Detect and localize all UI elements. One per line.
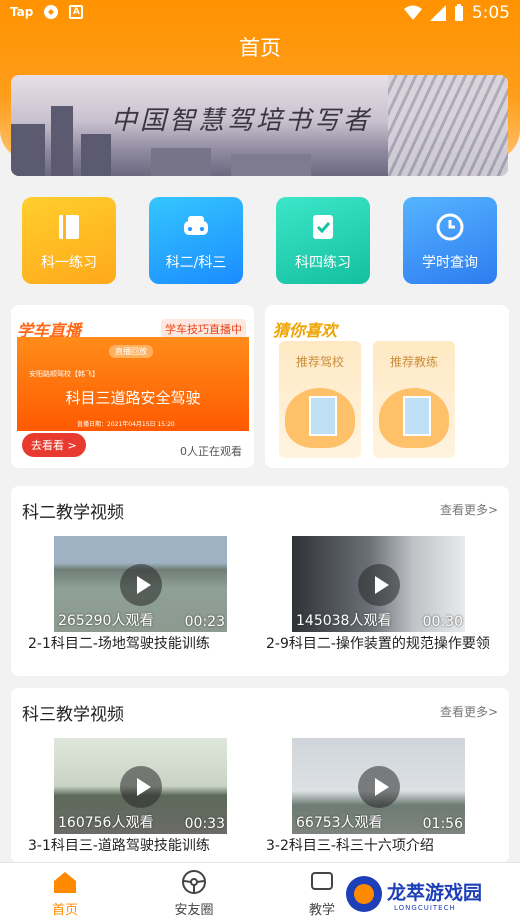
coach-icon <box>403 396 431 436</box>
tool-label: 科四练习 <box>295 255 351 271</box>
play-icon[interactable] <box>358 766 400 808</box>
live-poster[interactable]: 直播回放 安阳路顺驾校【韩飞】 科目三道路安全驾驶 直播日期：2021年04月1… <box>17 337 249 431</box>
video-thumbnail[interactable]: 265290人观看 00:23 <box>54 536 227 632</box>
banner-building <box>81 134 111 176</box>
battery-icon <box>454 4 463 21</box>
recommend-title: 猜你喜欢 <box>273 321 338 340</box>
section-title: 科三教学视频 <box>22 705 124 725</box>
tool-subject-four-practice[interactable]: 科四练习 <box>276 197 370 284</box>
nav-label: 首页 <box>51 903 78 918</box>
tool-label: 学时查询 <box>422 255 478 271</box>
watermark-subtitle: LONGCUITECH <box>394 904 456 912</box>
video-caption[interactable]: 3-1科目三-道路驾驶技能训练 <box>28 837 253 855</box>
replay-chip: 直播回放 <box>109 345 153 358</box>
nav-label: 教学 <box>308 903 335 918</box>
tool-subject-one-practice[interactable]: 科一练习 <box>22 197 116 284</box>
car-icon <box>184 216 208 235</box>
status-bar: Tap A 5:05 <box>0 0 520 26</box>
recommend-label: 推荐教练 <box>389 355 438 369</box>
view-count: 145038人观看 <box>296 613 392 629</box>
watermark-title: 龙萃游戏园 <box>387 882 483 904</box>
section-title: 科二教学视频 <box>22 503 124 523</box>
home-icon <box>54 872 76 893</box>
wifi-icon <box>403 5 422 20</box>
nav-item-home[interactable]: 首页 <box>25 869 105 918</box>
live-tag: 学车技巧直播中 <box>161 319 246 339</box>
teaching-icon <box>311 872 333 890</box>
steering-wheel-icon <box>182 870 206 894</box>
banner-building <box>151 148 211 176</box>
banner-building <box>51 106 73 176</box>
tool-study-hours[interactable]: 学时查询 <box>403 197 497 284</box>
live-stream-card[interactable]: 学车直播 学车技巧直播中 直播回放 安阳路顺驾校【韩飞】 科目三道路安全驾驶 直… <box>11 305 254 468</box>
video-duration: 00:30 <box>422 614 463 630</box>
video-thumbnail[interactable]: 160756人观看 00:33 <box>54 738 227 834</box>
clock-time: 5:05 <box>471 3 510 23</box>
carrier-label: Tap <box>10 5 34 19</box>
checklist-icon <box>313 215 333 239</box>
signal-icon <box>429 5 446 21</box>
quick-tools: 科一练习 科二/科三 科四练习 学时查询 <box>0 197 520 287</box>
video-duration: 00:33 <box>184 816 225 832</box>
view-count: 66753人观看 <box>296 815 383 831</box>
video-section-subject-two: 科二教学视频 查看更多> 265290人观看 00:23 2-1科目二-场地驾驶… <box>11 486 509 676</box>
video-duration: 00:23 <box>184 614 225 630</box>
watermark-logo-icon <box>346 876 382 912</box>
video-thumbnail[interactable]: 66753人观看 01:56 <box>292 738 465 834</box>
building-icon <box>309 396 337 436</box>
tool-label: 科一练习 <box>41 255 97 271</box>
page-title: 首页 <box>239 36 281 60</box>
clock-icon <box>436 213 464 241</box>
poster-school: 安阳路顺驾校【韩飞】 <box>29 370 99 378</box>
notification-a-icon: A <box>69 5 84 19</box>
video-caption[interactable]: 2-9科目二-操作装置的规范操作要领 <box>266 635 501 653</box>
recommend-school-button[interactable]: 推荐驾校 <box>279 341 361 458</box>
play-icon[interactable] <box>120 766 162 808</box>
video-duration: 01:56 <box>422 816 463 832</box>
tool-label: 科二/科三 <box>165 255 227 271</box>
see-more-link[interactable]: 查看更多> <box>440 501 498 518</box>
video-caption[interactable]: 2-1科目二-场地驾驶技能训练 <box>28 635 253 653</box>
banner-building <box>11 124 45 176</box>
watching-count: 0人正在观看 <box>180 445 242 458</box>
play-icon[interactable] <box>358 564 400 606</box>
view-count: 265290人观看 <box>58 613 154 629</box>
play-icon[interactable] <box>120 564 162 606</box>
promo-banner[interactable]: 中国智慧驾培书写者 <box>11 75 508 176</box>
video-caption[interactable]: 3-2科目三-科三十六项介绍 <box>266 837 501 855</box>
banner-glass-tower <box>388 75 508 176</box>
video-thumbnail[interactable]: 145038人观看 00:30 <box>292 536 465 632</box>
see-more-link[interactable]: 查看更多> <box>440 703 498 720</box>
view-count: 160756人观看 <box>58 815 154 831</box>
poster-date: 直播日期：2021年04月15日 15:20 <box>77 421 175 428</box>
recommend-coach-button[interactable]: 推荐教练 <box>373 341 455 458</box>
recommend-card: 猜你喜欢 推荐驾校 推荐教练 <box>265 305 509 468</box>
book-icon <box>59 215 79 239</box>
nav-item-circle[interactable]: 安友圈 <box>154 869 234 918</box>
banner-building <box>231 154 311 176</box>
tool-subject-two-three[interactable]: 科二/科三 <box>149 197 243 284</box>
banner-slogan: 中国智慧驾培书写者 <box>111 106 373 136</box>
nav-label: 安友圈 <box>174 903 214 918</box>
site-watermark: 龙萃游戏园 LONGCUITECH <box>340 868 520 922</box>
poster-subject: 科目三道路安全驾驶 <box>65 389 201 407</box>
shield-notification-icon <box>44 5 59 19</box>
recommend-label: 推荐驾校 <box>295 355 344 369</box>
video-section-subject-three: 科三教学视频 查看更多> 160756人观看 00:33 3-1科目三-道路驾驶… <box>11 688 509 863</box>
go-watch-button[interactable]: 去看看 > <box>22 433 86 457</box>
